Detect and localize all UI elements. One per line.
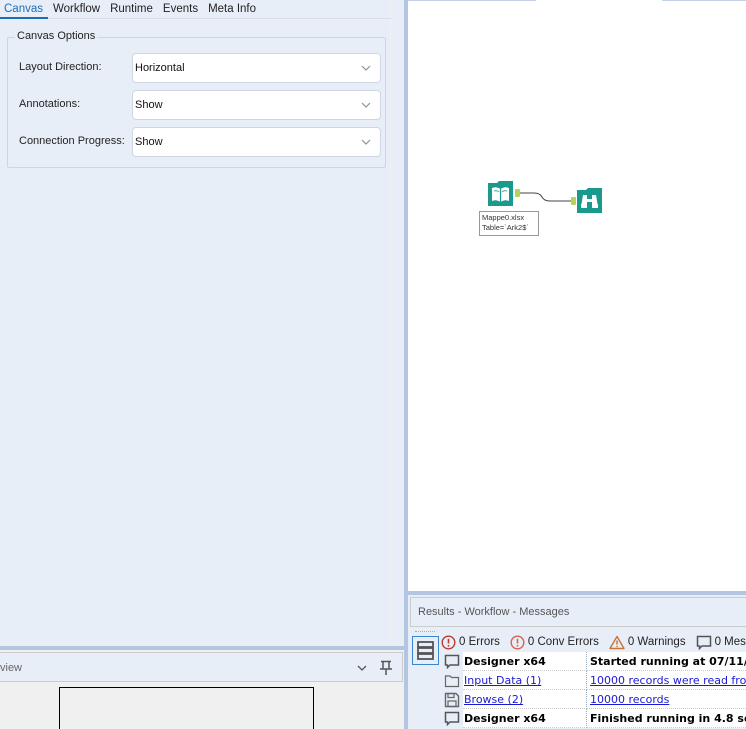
tab-canvas[interactable]: Canvas bbox=[0, 0, 48, 19]
results-summary: 0 Errors 0 Conv Errors 0 Warnings 0 Mess… bbox=[441, 633, 746, 651]
chevron-down-icon bbox=[361, 65, 371, 71]
message-icon bbox=[441, 652, 463, 671]
drag-grip[interactable] bbox=[415, 631, 435, 633]
annotations-select[interactable]: Show bbox=[132, 90, 381, 120]
configuration-content: Canvas Workflow Runtime Events Meta Info… bbox=[0, 0, 391, 650]
message-text: Started running at 07/11/2020 bbox=[587, 652, 746, 671]
canvas-tab-edge bbox=[662, 0, 746, 1]
list-view-button[interactable] bbox=[412, 636, 439, 665]
messages-table: Designer x64 Started running at 07/11/20… bbox=[441, 652, 746, 728]
chevron-down-icon[interactable] bbox=[356, 663, 368, 673]
designer-window: Canvas Workflow Runtime Events Meta Info… bbox=[0, 0, 746, 729]
message-tool: Designer x64 bbox=[463, 709, 587, 728]
connection-progress-row: Connection Progress: Show bbox=[19, 127, 381, 157]
warnings-label: 0 Warnings bbox=[627, 636, 686, 648]
overview-title: view bbox=[0, 662, 23, 674]
message-tool-link[interactable]: Browse (2) bbox=[463, 690, 587, 709]
message-icon bbox=[696, 635, 711, 650]
layout-direction-value: Horizontal bbox=[135, 62, 185, 74]
tab-events[interactable]: Events bbox=[158, 0, 203, 19]
tab-workflow[interactable]: Workflow bbox=[48, 0, 105, 19]
tool-annotation[interactable]: Mappe0.xlsx Table=`Ark2$` bbox=[479, 211, 539, 236]
warnings-filter[interactable]: 0 Warnings bbox=[609, 635, 686, 650]
results-panel: Results - Workflow - Messages 0 Errors 0… bbox=[408, 595, 746, 729]
connection-line[interactable] bbox=[520, 190, 572, 206]
conv-errors-label: 0 Conv Errors bbox=[527, 636, 599, 648]
chevron-down-icon bbox=[361, 102, 371, 108]
chevron-down-icon bbox=[361, 139, 371, 145]
table-row[interactable]: Input Data (1) 10000 records were read f… bbox=[441, 671, 746, 690]
message-text-link[interactable]: 10000 records bbox=[587, 690, 746, 709]
book-icon bbox=[488, 181, 513, 206]
annotation-line: Mappe0.xlsx bbox=[482, 213, 525, 222]
overview-panel: view bbox=[0, 650, 404, 729]
canvas-options-legend: Canvas Options bbox=[15, 30, 98, 42]
message-text-link[interactable]: 10000 records were read from "Mappe0.xls… bbox=[587, 671, 746, 690]
annotations-label: Annotations: bbox=[19, 98, 81, 110]
error-icon bbox=[441, 634, 456, 650]
message-tool-link[interactable]: Input Data (1) bbox=[463, 671, 587, 690]
tab-meta-info[interactable]: Meta Info bbox=[203, 0, 261, 19]
message-icon bbox=[441, 709, 463, 728]
messages-filter[interactable]: 0 Messages bbox=[696, 635, 746, 650]
canvas-tab-edge bbox=[408, 0, 536, 1]
layout-direction-label: Layout Direction: bbox=[19, 61, 102, 73]
list-icon bbox=[417, 641, 434, 660]
pin-icon[interactable] bbox=[379, 660, 393, 676]
results-header: Results - Workflow - Messages bbox=[410, 597, 746, 627]
annotations-value: Show bbox=[135, 99, 163, 111]
folder-icon bbox=[441, 671, 463, 690]
conv-errors-filter[interactable]: 0 Conv Errors bbox=[510, 634, 599, 650]
tab-runtime[interactable]: Runtime bbox=[105, 0, 158, 19]
warning-icon bbox=[609, 635, 625, 649]
message-text: Finished running in 4.8 seconds bbox=[587, 709, 746, 728]
table-row[interactable]: Browse (2) 10000 records bbox=[441, 690, 746, 709]
canvas-options-group: Canvas Options Layout Direction: Horizon… bbox=[7, 30, 386, 168]
connection-progress-label: Connection Progress: bbox=[19, 135, 125, 147]
errors-label: 0 Errors bbox=[459, 636, 500, 648]
messages-label: 0 Messages bbox=[714, 636, 746, 648]
connection-progress-select[interactable]: Show bbox=[132, 127, 381, 157]
layout-direction-row: Layout Direction: Horizontal bbox=[19, 53, 381, 83]
message-tool: Designer x64 bbox=[463, 652, 587, 671]
save-icon bbox=[441, 690, 463, 709]
annotation-line: Table=`Ark2$` bbox=[482, 223, 529, 232]
annotations-row: Annotations: Show bbox=[19, 90, 381, 120]
configuration-panel: Canvas Workflow Runtime Events Meta Info… bbox=[0, 0, 404, 650]
binoculars-icon bbox=[577, 188, 602, 213]
layout-direction-select[interactable]: Horizontal bbox=[132, 53, 381, 83]
config-tabs: Canvas Workflow Runtime Events Meta Info bbox=[0, 0, 391, 19]
errors-filter[interactable]: 0 Errors bbox=[441, 634, 500, 650]
workflow-canvas[interactable]: Mappe0.xlsx Table=`Ark2$` bbox=[408, 0, 746, 591]
connection-progress-value: Show bbox=[135, 136, 163, 148]
table-row[interactable]: Designer x64 Finished running in 4.8 sec… bbox=[441, 709, 746, 728]
overview-viewport[interactable] bbox=[59, 687, 314, 729]
conv-error-icon bbox=[510, 634, 525, 650]
table-row[interactable]: Designer x64 Started running at 07/11/20… bbox=[441, 652, 746, 671]
input-data-tool[interactable] bbox=[487, 180, 514, 207]
browse-tool[interactable] bbox=[576, 187, 603, 214]
overview-header: view bbox=[0, 652, 403, 682]
results-title: Results - Workflow - Messages bbox=[418, 606, 570, 618]
